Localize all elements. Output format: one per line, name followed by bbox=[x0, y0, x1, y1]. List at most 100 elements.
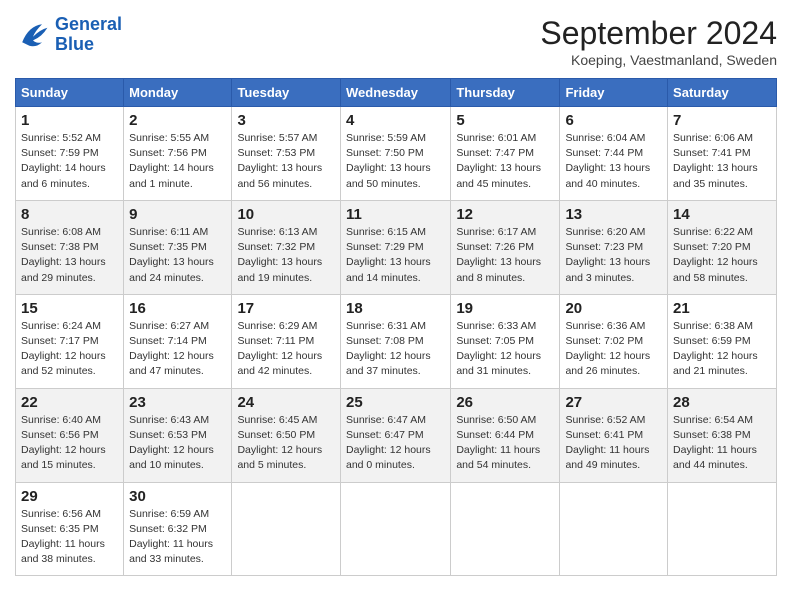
sunset-time: Sunset: 6:44 PM bbox=[456, 429, 534, 441]
sunset-time: Sunset: 7:32 PM bbox=[237, 241, 315, 253]
sunrise-time: Sunrise: 6:50 AM bbox=[456, 414, 536, 426]
calendar-cell: 14Sunrise: 6:22 AMSunset: 7:20 PMDayligh… bbox=[668, 200, 777, 294]
day-number: 19 bbox=[456, 300, 554, 317]
calendar-cell: 2Sunrise: 5:55 AMSunset: 7:56 PMDaylight… bbox=[124, 107, 232, 201]
title-block: September 2024 Koeping, Vaestmanland, Sw… bbox=[540, 15, 777, 68]
calendar-cell: 13Sunrise: 6:20 AMSunset: 7:23 PMDayligh… bbox=[560, 200, 668, 294]
daylight-hours: Daylight: 13 hours and 29 minutes. bbox=[21, 256, 106, 283]
sunrise-time: Sunrise: 6:27 AM bbox=[129, 320, 209, 332]
calendar-cell: 5Sunrise: 6:01 AMSunset: 7:47 PMDaylight… bbox=[451, 107, 560, 201]
calendar-cell: 3 Sunrise: 5:57 AMSunset: 7:53 PMDaylight… bbox=[232, 107, 341, 201]
sunrise-time: Sunrise: 6:52 AM bbox=[565, 414, 645, 426]
calendar-header-row: Sunday Monday Tuesday Wednesday Thursday… bbox=[16, 79, 777, 107]
calendar-cell: 20Sunrise: 6:36 AMSunset: 7:02 PMDayligh… bbox=[560, 294, 668, 388]
calendar-cell: 4 Sunrise: 5:59 AM Sunset: 7:50 PM Daylight… bbox=[340, 107, 450, 201]
calendar-cell: 15Sunrise: 6:24 AMSunset: 7:17 PMDayligh… bbox=[16, 294, 124, 388]
calendar-cell bbox=[560, 482, 668, 576]
daylight-hours: Daylight: 12 hours and 21 minutes. bbox=[673, 350, 758, 377]
sunrise-time: Sunrise: 6:17 AM bbox=[456, 226, 536, 238]
day-number: 4 bbox=[346, 112, 445, 129]
day-number: 22 bbox=[21, 394, 118, 411]
calendar-cell: 28Sunrise: 6:54 AMSunset: 6:38 PMDayligh… bbox=[668, 388, 777, 482]
calendar-cell: 25Sunrise: 6:47 AMSunset: 6:47 PMDayligh… bbox=[340, 388, 450, 482]
page-title: September 2024 bbox=[540, 15, 777, 52]
calendar-cell: 16 Sunrise: 6:27 AMSunset: 7:14 PMDayligh… bbox=[124, 294, 232, 388]
sunrise-time: Sunrise: 6:08 AM bbox=[21, 226, 101, 238]
day-info: Sunrise: 5:55 AMSunset: 7:56 PMDaylight:… bbox=[129, 131, 226, 192]
calendar-cell: 19Sunrise: 6:33 AMSunset: 7:05 PMDayligh… bbox=[451, 294, 560, 388]
calendar-cell: 22 Sunrise: 6:40 AMSunset: 6:56 PMDayligh… bbox=[16, 388, 124, 482]
calendar-cell: 1 Sunrise: 5:52 AMSunset: 7:59 PMDaylight… bbox=[16, 107, 124, 201]
sunrise-time: Sunrise: 6:06 AM bbox=[673, 132, 753, 144]
calendar-cell: 10Sunrise: 6:13 AMSunset: 7:32 PMDayligh… bbox=[232, 200, 341, 294]
sunset-time: Sunset: 7:56 PM bbox=[129, 147, 207, 159]
day-number: 24 bbox=[237, 394, 335, 411]
header-saturday: Saturday bbox=[668, 79, 777, 107]
day-info: Sunrise: 5:57 AMSunset: 7:53 PMDaylight:… bbox=[237, 131, 335, 192]
sunrise-time: Sunrise: 6:01 AM bbox=[456, 132, 536, 144]
calendar-cell: 17Sunrise: 6:29 AMSunset: 7:11 PMDayligh… bbox=[232, 294, 341, 388]
day-number: 30 bbox=[129, 488, 226, 505]
day-info: Sunrise: 6:06 AMSunset: 7:41 PMDaylight:… bbox=[673, 131, 771, 192]
day-info: Sunrise: 6:47 AMSunset: 6:47 PMDaylight:… bbox=[346, 413, 445, 474]
day-number: 9 bbox=[129, 206, 226, 223]
calendar-week-row: 1 Sunrise: 5:52 AMSunset: 7:59 PMDaylight… bbox=[16, 107, 777, 201]
daylight-hours: Daylight: 13 hours and 56 minutes. bbox=[237, 162, 322, 189]
daylight-hours: Daylight: 14 hours and 1 minute. bbox=[129, 162, 214, 189]
sunset-time: Sunset: 6:53 PM bbox=[129, 429, 207, 441]
sunset-time: Sunset: 7:50 PM bbox=[346, 147, 424, 159]
day-info: Sunrise: 6:31 AMSunset: 7:08 PMDaylight:… bbox=[346, 319, 445, 380]
daylight-hours: Daylight: 13 hours and 24 minutes. bbox=[129, 256, 214, 283]
sunset-time: Sunset: 7:29 PM bbox=[346, 241, 424, 253]
daylight-hours: Daylight: 13 hours and 19 minutes. bbox=[237, 256, 322, 283]
calendar-cell bbox=[340, 482, 450, 576]
day-number: 29 bbox=[21, 488, 118, 505]
daylight-hours: Daylight: 12 hours and 26 minutes. bbox=[565, 350, 650, 377]
header-sunday: Sunday bbox=[16, 79, 124, 107]
sunset-time: Sunset: 7:26 PM bbox=[456, 241, 534, 253]
header-monday: Monday bbox=[124, 79, 232, 107]
logo: General Blue bbox=[15, 15, 122, 55]
daylight-hours: Daylight: 12 hours and 58 minutes. bbox=[673, 256, 758, 283]
day-info: Sunrise: 6:40 AMSunset: 6:56 PMDaylight:… bbox=[21, 413, 118, 474]
daylight-hours: Daylight: 13 hours and 40 minutes. bbox=[565, 162, 650, 189]
day-number: 26 bbox=[456, 394, 554, 411]
day-info: Sunrise: 6:36 AMSunset: 7:02 PMDaylight:… bbox=[565, 319, 662, 380]
day-info: Sunrise: 6:59 AMSunset: 6:32 PMDaylight:… bbox=[129, 507, 226, 568]
sunset-time: Sunset: 6:32 PM bbox=[129, 523, 207, 535]
day-info: Sunrise: 6:13 AM Sunset: 7:32 PM Daylight:… bbox=[237, 225, 335, 286]
sunrise-time: Sunrise: 6:56 AM bbox=[21, 508, 101, 520]
header-friday: Friday bbox=[560, 79, 668, 107]
day-number: 16 bbox=[129, 300, 226, 317]
sunrise-time: Sunrise: 6:20 AM bbox=[565, 226, 645, 238]
sunrise-time: Sunrise: 6:04 AM bbox=[565, 132, 645, 144]
daylight-hours: Daylight: 13 hours and 45 minutes. bbox=[456, 162, 541, 189]
day-info: Sunrise: 6:27 AMSunset: 7:14 PMDaylight:… bbox=[129, 319, 226, 380]
sunrise-time: Sunrise: 6:54 AM bbox=[673, 414, 753, 426]
daylight-hours: Daylight: 12 hours and 52 minutes. bbox=[21, 350, 106, 377]
day-number: 21 bbox=[673, 300, 771, 317]
day-number: 27 bbox=[565, 394, 662, 411]
calendar-cell: 6Sunrise: 6:04 AMSunset: 7:44 PMDaylight… bbox=[560, 107, 668, 201]
daylight-hours: Daylight: 13 hours and 35 minutes. bbox=[673, 162, 758, 189]
day-number: 13 bbox=[565, 206, 662, 223]
page-header: General Blue September 2024 Koeping, Vae… bbox=[15, 15, 777, 68]
day-info: Sunrise: 6:29 AMSunset: 7:11 PMDaylight:… bbox=[237, 319, 335, 380]
day-number: 6 bbox=[565, 112, 662, 129]
sunrise-time: Sunrise: 6:29 AM bbox=[237, 320, 317, 332]
sunrise-time: Sunrise: 6:13 AM bbox=[237, 226, 317, 238]
day-number: 3 bbox=[237, 112, 335, 129]
day-number: 1 bbox=[21, 112, 118, 129]
day-number: 8 bbox=[21, 206, 118, 223]
sunrise-time: Sunrise: 5:59 AM bbox=[346, 132, 426, 144]
sunset-time: Sunset: 6:35 PM bbox=[21, 523, 99, 535]
daylight-hours: Daylight: 13 hours and 50 minutes. bbox=[346, 162, 431, 189]
daylight-hours: Daylight: 13 hours and 8 minutes. bbox=[456, 256, 541, 283]
sunrise-time: Sunrise: 6:36 AM bbox=[565, 320, 645, 332]
day-info: Sunrise: 5:52 AMSunset: 7:59 PMDaylight:… bbox=[21, 131, 118, 192]
daylight-hours: Daylight: 11 hours and 38 minutes. bbox=[21, 538, 105, 565]
day-number: 18 bbox=[346, 300, 445, 317]
sunset-time: Sunset: 6:41 PM bbox=[565, 429, 643, 441]
header-wednesday: Wednesday bbox=[340, 79, 450, 107]
daylight-hours: Daylight: 14 hours and 6 minutes. bbox=[21, 162, 106, 189]
